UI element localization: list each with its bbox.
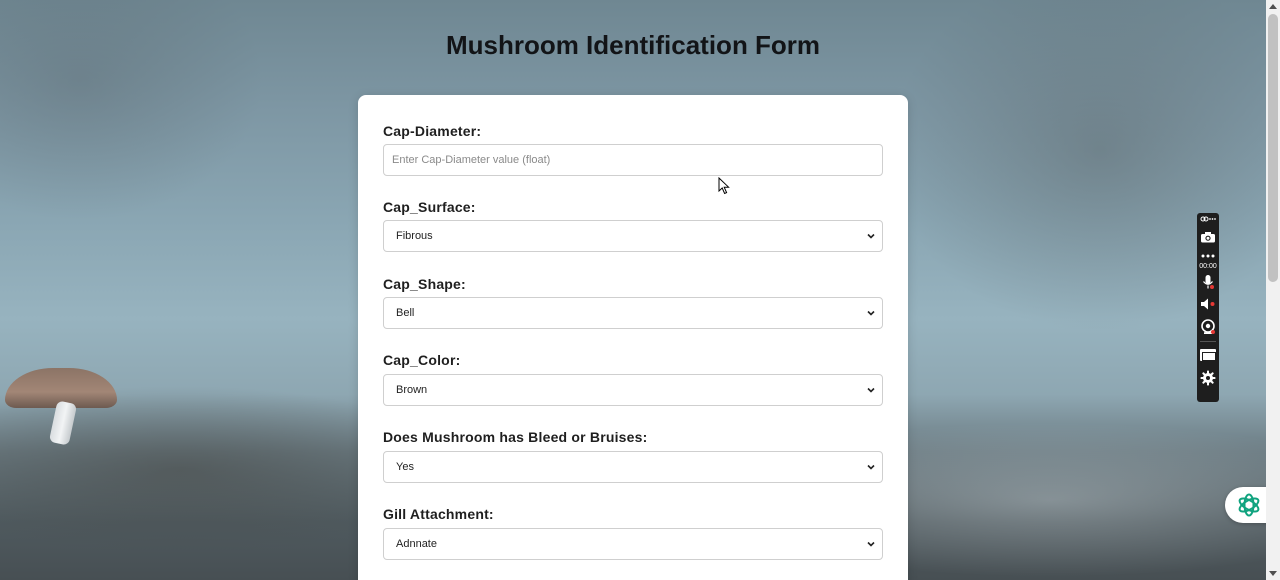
chevron-down-icon (867, 310, 875, 316)
toolbar-screenshot-button[interactable] (1197, 225, 1219, 249)
bleed-bruises-selected-value: Yes (396, 461, 414, 473)
cap-surface-label: Cap_Surface: (383, 199, 476, 215)
cap-diameter-input[interactable] (383, 144, 883, 176)
scrollbar-thumb[interactable] (1268, 14, 1278, 282)
window-icon (1200, 349, 1216, 361)
cap-surface-select[interactable]: Fibrous (383, 220, 883, 252)
bleed-bruises-select[interactable]: Yes (383, 451, 883, 483)
gear-icon (1200, 370, 1216, 386)
chevron-down-icon (867, 387, 875, 393)
toolbar-divider (1200, 341, 1216, 342)
toolbar-link-button[interactable] (1197, 213, 1219, 225)
scroll-down-arrow-icon[interactable] (1269, 571, 1277, 576)
scroll-up-arrow-icon[interactable] (1269, 4, 1277, 9)
more-icon (1201, 254, 1215, 258)
webcam-icon (1201, 319, 1215, 334)
cap-shape-selected-value: Bell (396, 307, 415, 319)
openai-logo-icon (1238, 493, 1260, 517)
bleed-bruises-label: Does Mushroom has Bleed or Bruises: (383, 429, 648, 445)
mouse-cursor-icon (718, 177, 730, 195)
page-scrollbar[interactable] (1266, 0, 1280, 580)
form-card: Cap-Diameter: Cap_Surface: Fibrous Cap_S… (358, 95, 908, 580)
cap-shape-select[interactable]: Bell (383, 297, 883, 329)
chevron-down-icon (867, 464, 875, 470)
cap-surface-selected-value: Fibrous (396, 230, 433, 242)
cap-color-selected-value: Brown (396, 384, 428, 396)
toolbar-microphone-button[interactable] (1197, 271, 1219, 293)
cap-color-label: Cap_Color: (383, 352, 461, 368)
link-icon (1200, 216, 1216, 222)
gill-attachment-select[interactable]: Adnnate (383, 528, 883, 560)
cap-diameter-label: Cap-Diameter: (383, 123, 482, 139)
toolbar-window-button[interactable] (1197, 344, 1219, 366)
gill-attachment-selected-value: Adnnate (396, 538, 437, 550)
microphone-icon (1203, 275, 1214, 289)
camera-icon (1201, 232, 1215, 243)
toolbar-speaker-button[interactable] (1197, 293, 1219, 315)
cap-color-select[interactable]: Brown (383, 374, 883, 406)
chevron-down-icon (867, 541, 875, 547)
page-title: Mushroom Identification Form (445, 30, 821, 60)
toolbar-settings-button[interactable] (1197, 366, 1219, 390)
cap-shape-label: Cap_Shape: (383, 276, 466, 292)
speaker-icon (1201, 298, 1215, 310)
chevron-down-icon (867, 233, 875, 239)
toolbar-more-button[interactable] (1197, 249, 1219, 263)
recorder-toolbar: 00:00 (1197, 213, 1219, 402)
gill-attachment-label: Gill Attachment: (383, 506, 494, 522)
recording-timer: 00:00 (1199, 263, 1217, 270)
toolbar-webcam-button[interactable] (1197, 315, 1219, 339)
